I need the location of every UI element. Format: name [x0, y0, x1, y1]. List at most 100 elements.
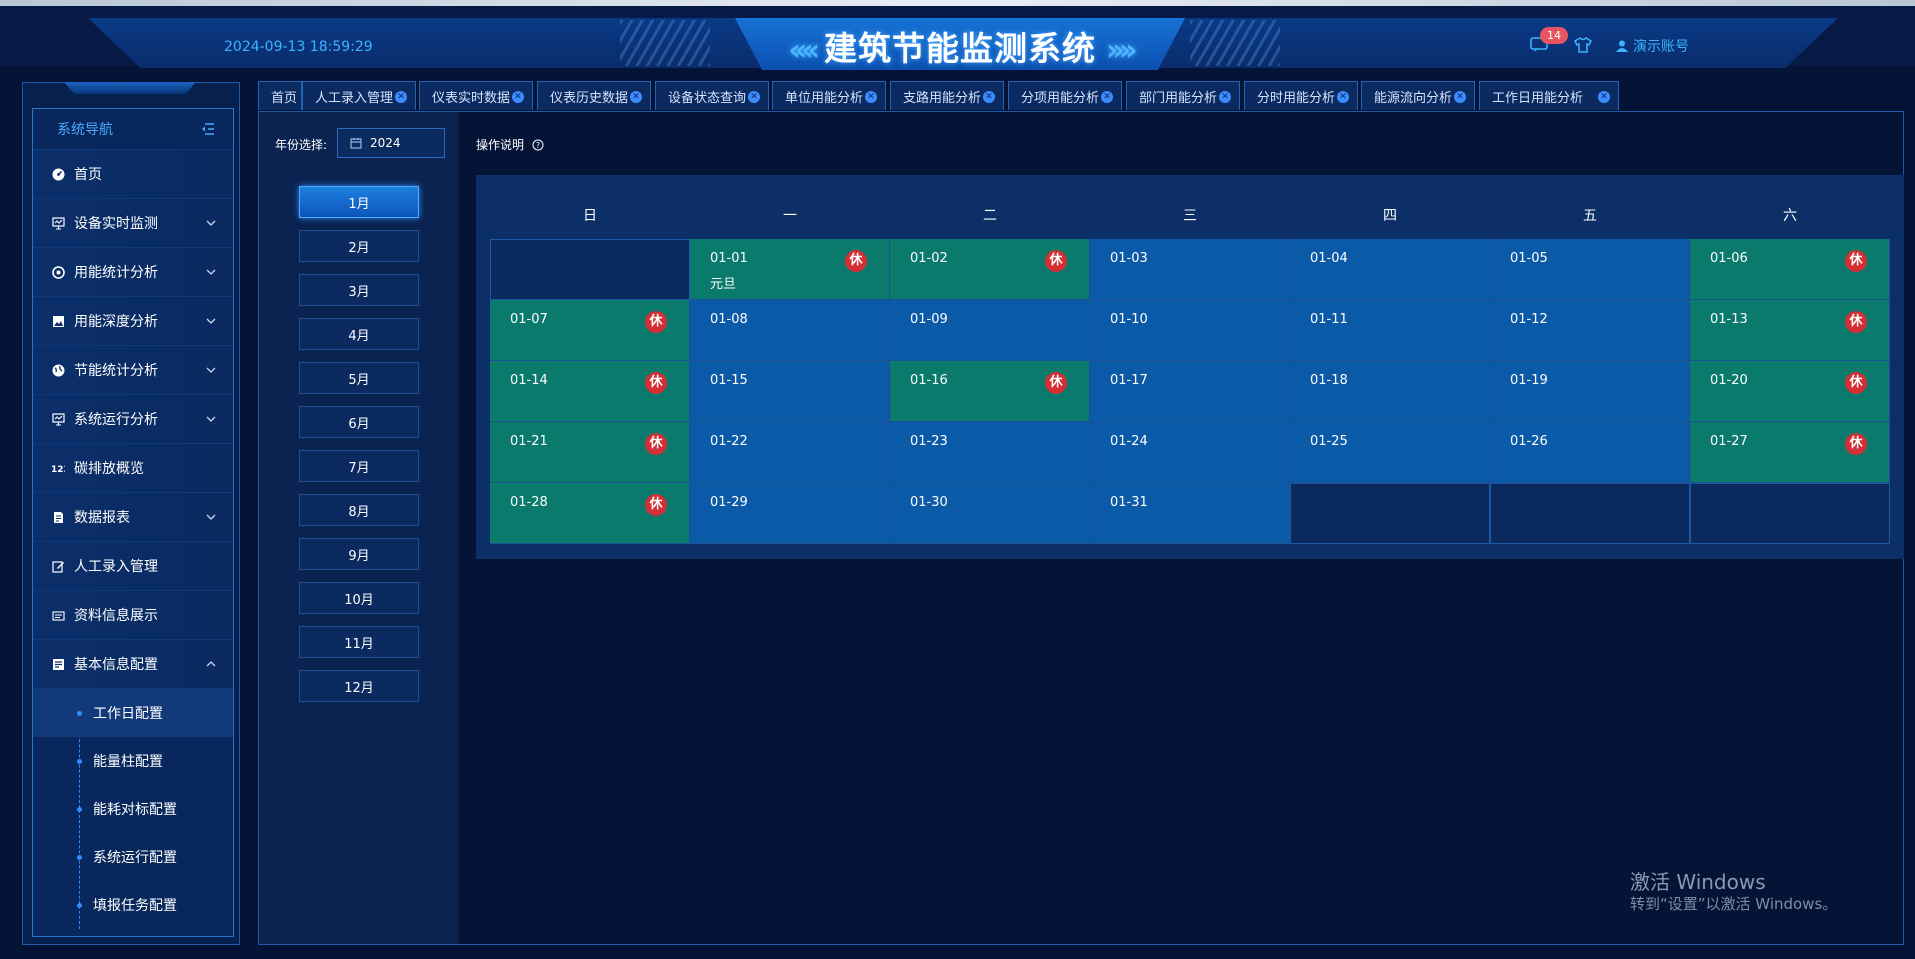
tab-close-icon[interactable]: ✕ — [748, 91, 760, 103]
tab-close-icon[interactable]: ✕ — [1598, 91, 1610, 103]
tab-close-icon[interactable]: ✕ — [865, 91, 877, 103]
calendar-day-cell[interactable]: 01-02 休 — [890, 239, 1090, 300]
calendar-day-cell[interactable]: 01-23 — [890, 422, 1090, 483]
tab[interactable]: 仪表实时数据 ✕ — [419, 81, 533, 110]
calendar-day-cell[interactable]: 01-17 — [1090, 361, 1290, 422]
year-picker[interactable]: 2024 — [337, 128, 445, 158]
sidebar-item[interactable]: 节能统计分析 — [33, 346, 233, 395]
calendar-day-cell[interactable]: 01-28 休 — [490, 483, 690, 544]
tab-close-icon[interactable]: ✕ — [1337, 91, 1349, 103]
tab-close-icon[interactable]: ✕ — [983, 91, 995, 103]
instructions[interactable]: 操作说明 ? — [476, 136, 544, 153]
month-button[interactable]: 1月 — [299, 186, 419, 218]
calendar-day-cell[interactable]: 01-01 元旦 休 — [690, 239, 890, 300]
tab-label: 首页 — [271, 90, 298, 106]
calendar-day-cell[interactable]: 01-22 — [690, 422, 890, 483]
calendar-day-cell[interactable]: 01-21 休 — [490, 422, 690, 483]
tab-close-icon[interactable]: ✕ — [512, 91, 524, 103]
sidebar-item[interactable]: 首页 — [33, 150, 233, 199]
calendar-day-cell[interactable]: 01-10 — [1090, 300, 1290, 361]
calendar-day-cell[interactable]: 01-24 — [1090, 422, 1290, 483]
month-button[interactable]: 9月 — [299, 538, 419, 570]
tab-close-icon[interactable]: ✕ — [395, 91, 407, 103]
calendar-day-cell[interactable]: 01-16 休 — [890, 361, 1090, 422]
calendar-day-cell[interactable]: 01-27 休 — [1690, 422, 1890, 483]
month-button[interactable]: 2月 — [299, 230, 419, 262]
skin-button[interactable] — [1574, 37, 1594, 55]
sidebar-subitem[interactable]: 能耗对标配置 — [33, 785, 233, 833]
calendar-day-cell[interactable]: 01-29 — [690, 483, 890, 544]
sidebar-item[interactable]: 基本信息配置 — [33, 640, 233, 689]
calendar-day-cell[interactable]: 01-03 — [1090, 239, 1290, 300]
calendar-day-cell[interactable]: 01-18 — [1290, 361, 1490, 422]
calendar-day-cell[interactable]: 01-09 — [890, 300, 1090, 361]
calendar-day-cell[interactable]: 01-05 — [1490, 239, 1690, 300]
month-button[interactable]: 5月 — [299, 362, 419, 394]
tab[interactable]: 能源流向分析 ✕ — [1361, 81, 1475, 110]
month-button[interactable]: 10月 — [299, 582, 419, 614]
tab[interactable]: 工作日用能分析 ✕ — [1479, 81, 1619, 110]
tab[interactable]: 分时用能分析 ✕ — [1244, 81, 1358, 110]
tab-close-icon[interactable]: ✕ — [630, 91, 642, 103]
day-date: 01-08 — [710, 312, 748, 327]
calendar-weekdays: 日一二三四五六 — [490, 193, 1890, 239]
calendar-day-cell[interactable]: 01-19 — [1490, 361, 1690, 422]
shirt-icon — [1574, 37, 1592, 53]
tab[interactable]: 人工录入管理 ✕ — [302, 81, 416, 110]
calendar-day-cell[interactable]: 01-12 — [1490, 300, 1690, 361]
calendar-day-cell[interactable]: 01-26 — [1490, 422, 1690, 483]
month-button[interactable]: 6月 — [299, 406, 419, 438]
sidebar-item-label: 用能统计分析 — [74, 265, 158, 281]
sidebar-subitem[interactable]: 填报任务配置 — [33, 881, 233, 929]
tab-close-icon[interactable]: ✕ — [1101, 91, 1113, 103]
calendar-day-cell[interactable]: 01-25 — [1290, 422, 1490, 483]
month-button[interactable]: 3月 — [299, 274, 419, 306]
sidebar-item[interactable]: 人工录入管理 — [33, 542, 233, 591]
month-button[interactable]: 12月 — [299, 670, 419, 702]
tab[interactable]: 单位用能分析 ✕ — [772, 81, 886, 110]
calendar-day-cell[interactable]: 01-06 休 — [1690, 239, 1890, 300]
calendar-day-cell[interactable]: 01-11 — [1290, 300, 1490, 361]
sidebar-item[interactable]: 设备实时监测 — [33, 199, 233, 248]
calendar-day-cell[interactable]: 01-07 休 — [490, 300, 690, 361]
tab[interactable]: 首页 — [258, 81, 302, 110]
calendar-day-cell[interactable]: 01-13 休 — [1690, 300, 1890, 361]
tab[interactable]: 仪表历史数据 ✕ — [537, 81, 651, 110]
sidebar-subitem[interactable]: 工作日配置 — [33, 689, 233, 737]
collapse-menu-icon[interactable] — [201, 123, 215, 135]
svg-text:?: ? — [536, 141, 540, 150]
sidebar-item[interactable]: 资料信息展示 — [33, 591, 233, 640]
day-date: 01-27 — [1710, 434, 1748, 449]
month-button[interactable]: 4月 — [299, 318, 419, 350]
month-button[interactable]: 8月 — [299, 494, 419, 526]
calendar-day-cell[interactable]: 01-04 — [1290, 239, 1490, 300]
account-label: 演示账号 — [1633, 39, 1689, 55]
holiday-name: 元旦 — [710, 277, 737, 292]
sidebar-notch — [64, 82, 196, 94]
calendar-day-cell[interactable]: 01-20 休 — [1690, 361, 1890, 422]
calendar-day-cell[interactable]: 01-30 — [890, 483, 1090, 544]
day-date: 01-12 — [1510, 312, 1548, 327]
tab[interactable]: 支路用能分析 ✕ — [890, 81, 1004, 110]
sidebar-item[interactable]: 123 碳排放概览 — [33, 444, 233, 493]
sidebar-item[interactable]: 用能统计分析 — [33, 248, 233, 297]
sidebar-item[interactable]: 数据报表 — [33, 493, 233, 542]
sidebar-item[interactable]: 系统运行分析 — [33, 395, 233, 444]
calendar-day-cell[interactable]: 01-31 — [1090, 483, 1290, 544]
calendar-day-cell[interactable]: 01-15 — [690, 361, 890, 422]
tab-close-icon[interactable]: ✕ — [1454, 91, 1466, 103]
sidebar-subitem[interactable]: 能量柱配置 — [33, 737, 233, 785]
calendar-day-cell[interactable]: 01-14 休 — [490, 361, 690, 422]
tab[interactable]: 分项用能分析 ✕ — [1008, 81, 1122, 110]
tab-close-icon[interactable]: ✕ — [1219, 91, 1231, 103]
sidebar-item[interactable]: 用能深度分析 — [33, 297, 233, 346]
month-button[interactable]: 7月 — [299, 450, 419, 482]
month-button[interactable]: 11月 — [299, 626, 419, 658]
sidebar-subitem[interactable]: 系统运行配置 — [33, 833, 233, 881]
calendar-day-cell[interactable]: 01-08 — [690, 300, 890, 361]
tab[interactable]: 部门用能分析 ✕ — [1126, 81, 1240, 110]
account-menu[interactable]: 演示账号 — [1616, 36, 1689, 56]
sidebar-item-label: 设备实时监测 — [74, 216, 158, 232]
tab[interactable]: 设备状态查询 ✕ — [655, 81, 769, 110]
message-button[interactable]: 14 — [1530, 27, 1568, 55]
